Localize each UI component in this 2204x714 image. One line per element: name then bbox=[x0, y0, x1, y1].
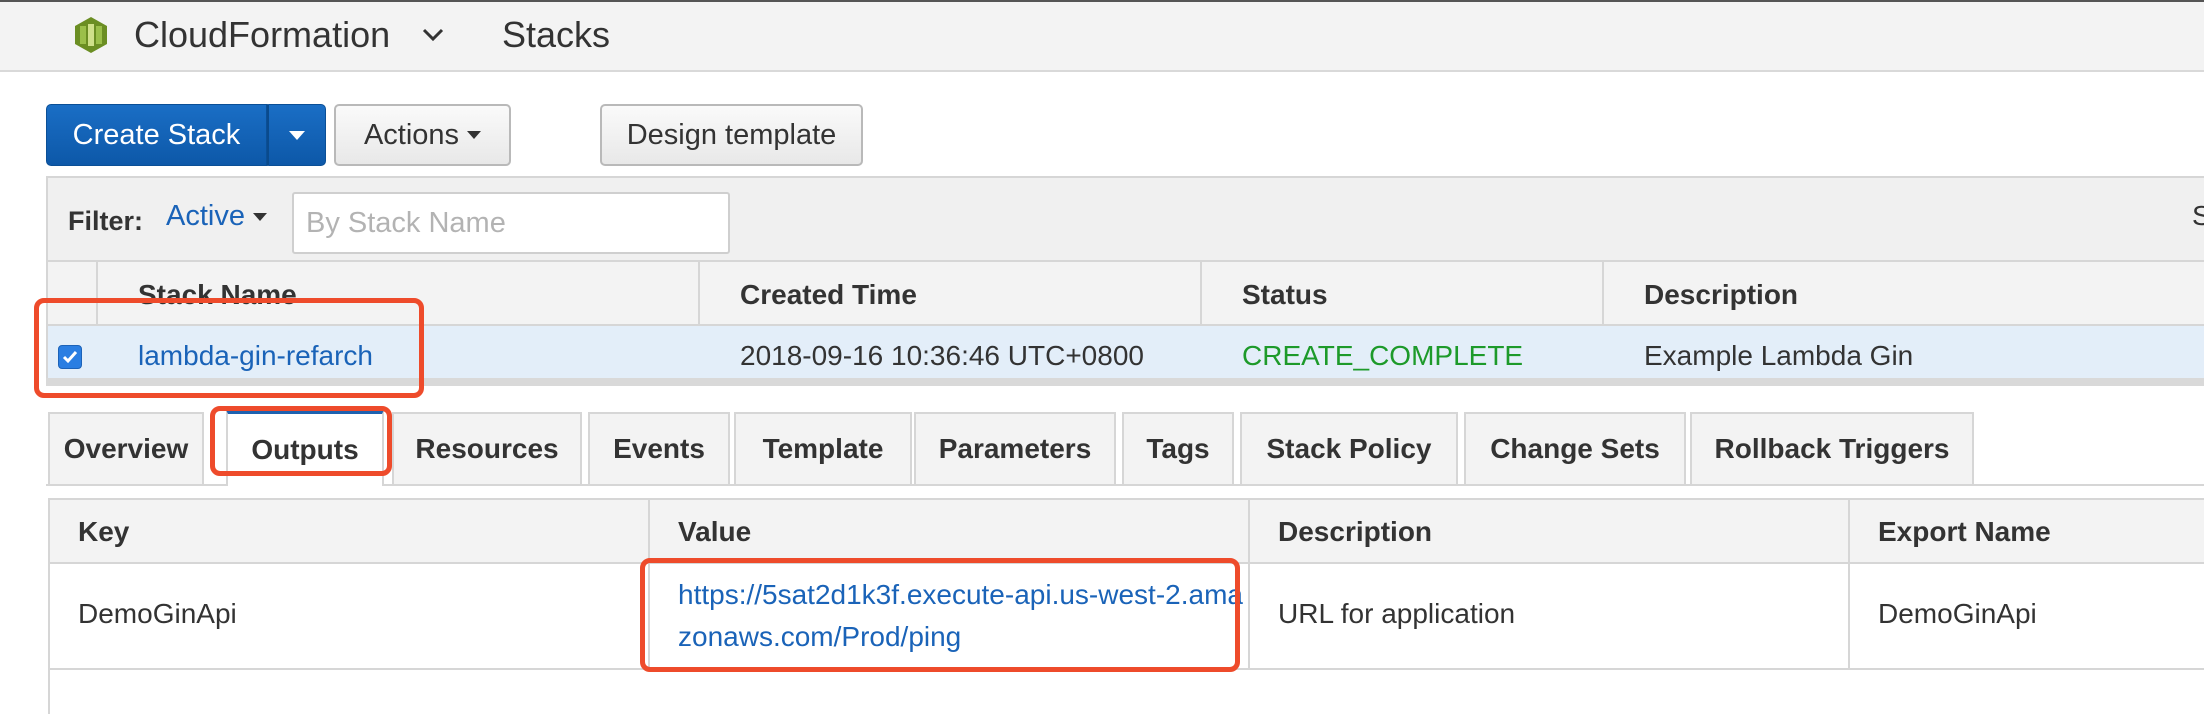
tab-parameters[interactable]: Parameters bbox=[914, 412, 1116, 484]
output-description: URL for application bbox=[1278, 598, 1516, 629]
created-time: 2018-09-16 10:36:46 UTC+0800 bbox=[740, 340, 1144, 371]
cloudformation-logo-icon[interactable] bbox=[74, 16, 108, 54]
filter-active-label: Active bbox=[166, 200, 245, 232]
tab-resources[interactable]: Resources bbox=[392, 412, 582, 484]
row-divider bbox=[48, 668, 2204, 670]
caret-down-icon bbox=[467, 131, 482, 139]
row-divider bbox=[46, 378, 2204, 386]
design-template-label: Design template bbox=[626, 118, 837, 151]
column-header-status[interactable]: Status bbox=[1242, 279, 1328, 311]
outputs-table-left-border bbox=[48, 564, 50, 714]
create-stack-label: Create Stack bbox=[72, 118, 241, 151]
column-header-export-name: Export Name bbox=[1878, 516, 2051, 547]
column-divider bbox=[1248, 498, 1250, 670]
tab-stack-policy[interactable]: Stack Policy bbox=[1240, 412, 1458, 484]
caret-down-icon bbox=[289, 130, 305, 140]
tab-template[interactable]: Template bbox=[734, 412, 912, 484]
create-stack-button[interactable]: Create Stack bbox=[46, 104, 267, 166]
column-header-key: Key bbox=[78, 516, 130, 547]
chevron-down-icon[interactable] bbox=[420, 24, 446, 44]
caret-down-icon bbox=[252, 212, 267, 221]
stacks-table-header bbox=[46, 262, 2204, 326]
actions-button[interactable]: Actions bbox=[334, 104, 511, 166]
stack-name-link[interactable]: lambda-gin-refarch bbox=[138, 340, 373, 372]
checkmark-icon bbox=[62, 351, 78, 364]
column-header-description: Description bbox=[1278, 516, 1433, 547]
tab-overview[interactable]: Overview bbox=[48, 412, 204, 484]
filter-active-dropdown[interactable]: Active bbox=[166, 200, 267, 233]
column-header-value: Value bbox=[678, 516, 752, 547]
column-divider bbox=[648, 498, 650, 670]
filter-label: Filter: bbox=[68, 206, 144, 236]
design-template-button[interactable]: Design template bbox=[600, 104, 863, 166]
output-export-name: DemoGinApi bbox=[1878, 598, 2037, 629]
filter-truncated-text: S bbox=[2192, 200, 2204, 231]
tab-outputs[interactable]: Outputs bbox=[226, 410, 384, 486]
actions-label: Actions bbox=[363, 118, 460, 151]
stack-description: Example Lambda Gin bbox=[1644, 340, 1914, 371]
service-name[interactable]: CloudFormation bbox=[134, 14, 390, 56]
column-header-stack-name[interactable]: Stack Name bbox=[138, 279, 297, 311]
stack-name-search-input[interactable] bbox=[292, 192, 730, 254]
create-stack-dropdown-button[interactable] bbox=[267, 104, 326, 166]
tab-rollback-triggers[interactable]: Rollback Triggers bbox=[1690, 412, 1974, 484]
tab-change-sets[interactable]: Change Sets bbox=[1464, 412, 1686, 484]
row-select-checkbox[interactable] bbox=[58, 345, 82, 369]
column-divider bbox=[1848, 498, 1850, 670]
page-title: Stacks bbox=[502, 14, 611, 55]
column-header-created-time[interactable]: Created Time bbox=[740, 279, 917, 311]
column-divider bbox=[96, 262, 98, 326]
output-value-link[interactable]: https://5sat2d1k3f.execute-api.us-west-2… bbox=[678, 574, 1244, 658]
output-key: DemoGinApi bbox=[78, 598, 237, 629]
tab-events[interactable]: Events bbox=[588, 412, 730, 484]
status-badge: CREATE_COMPLETE bbox=[1242, 340, 1524, 371]
column-header-description[interactable]: Description bbox=[1644, 279, 1798, 311]
tab-tags[interactable]: Tags bbox=[1122, 412, 1234, 484]
